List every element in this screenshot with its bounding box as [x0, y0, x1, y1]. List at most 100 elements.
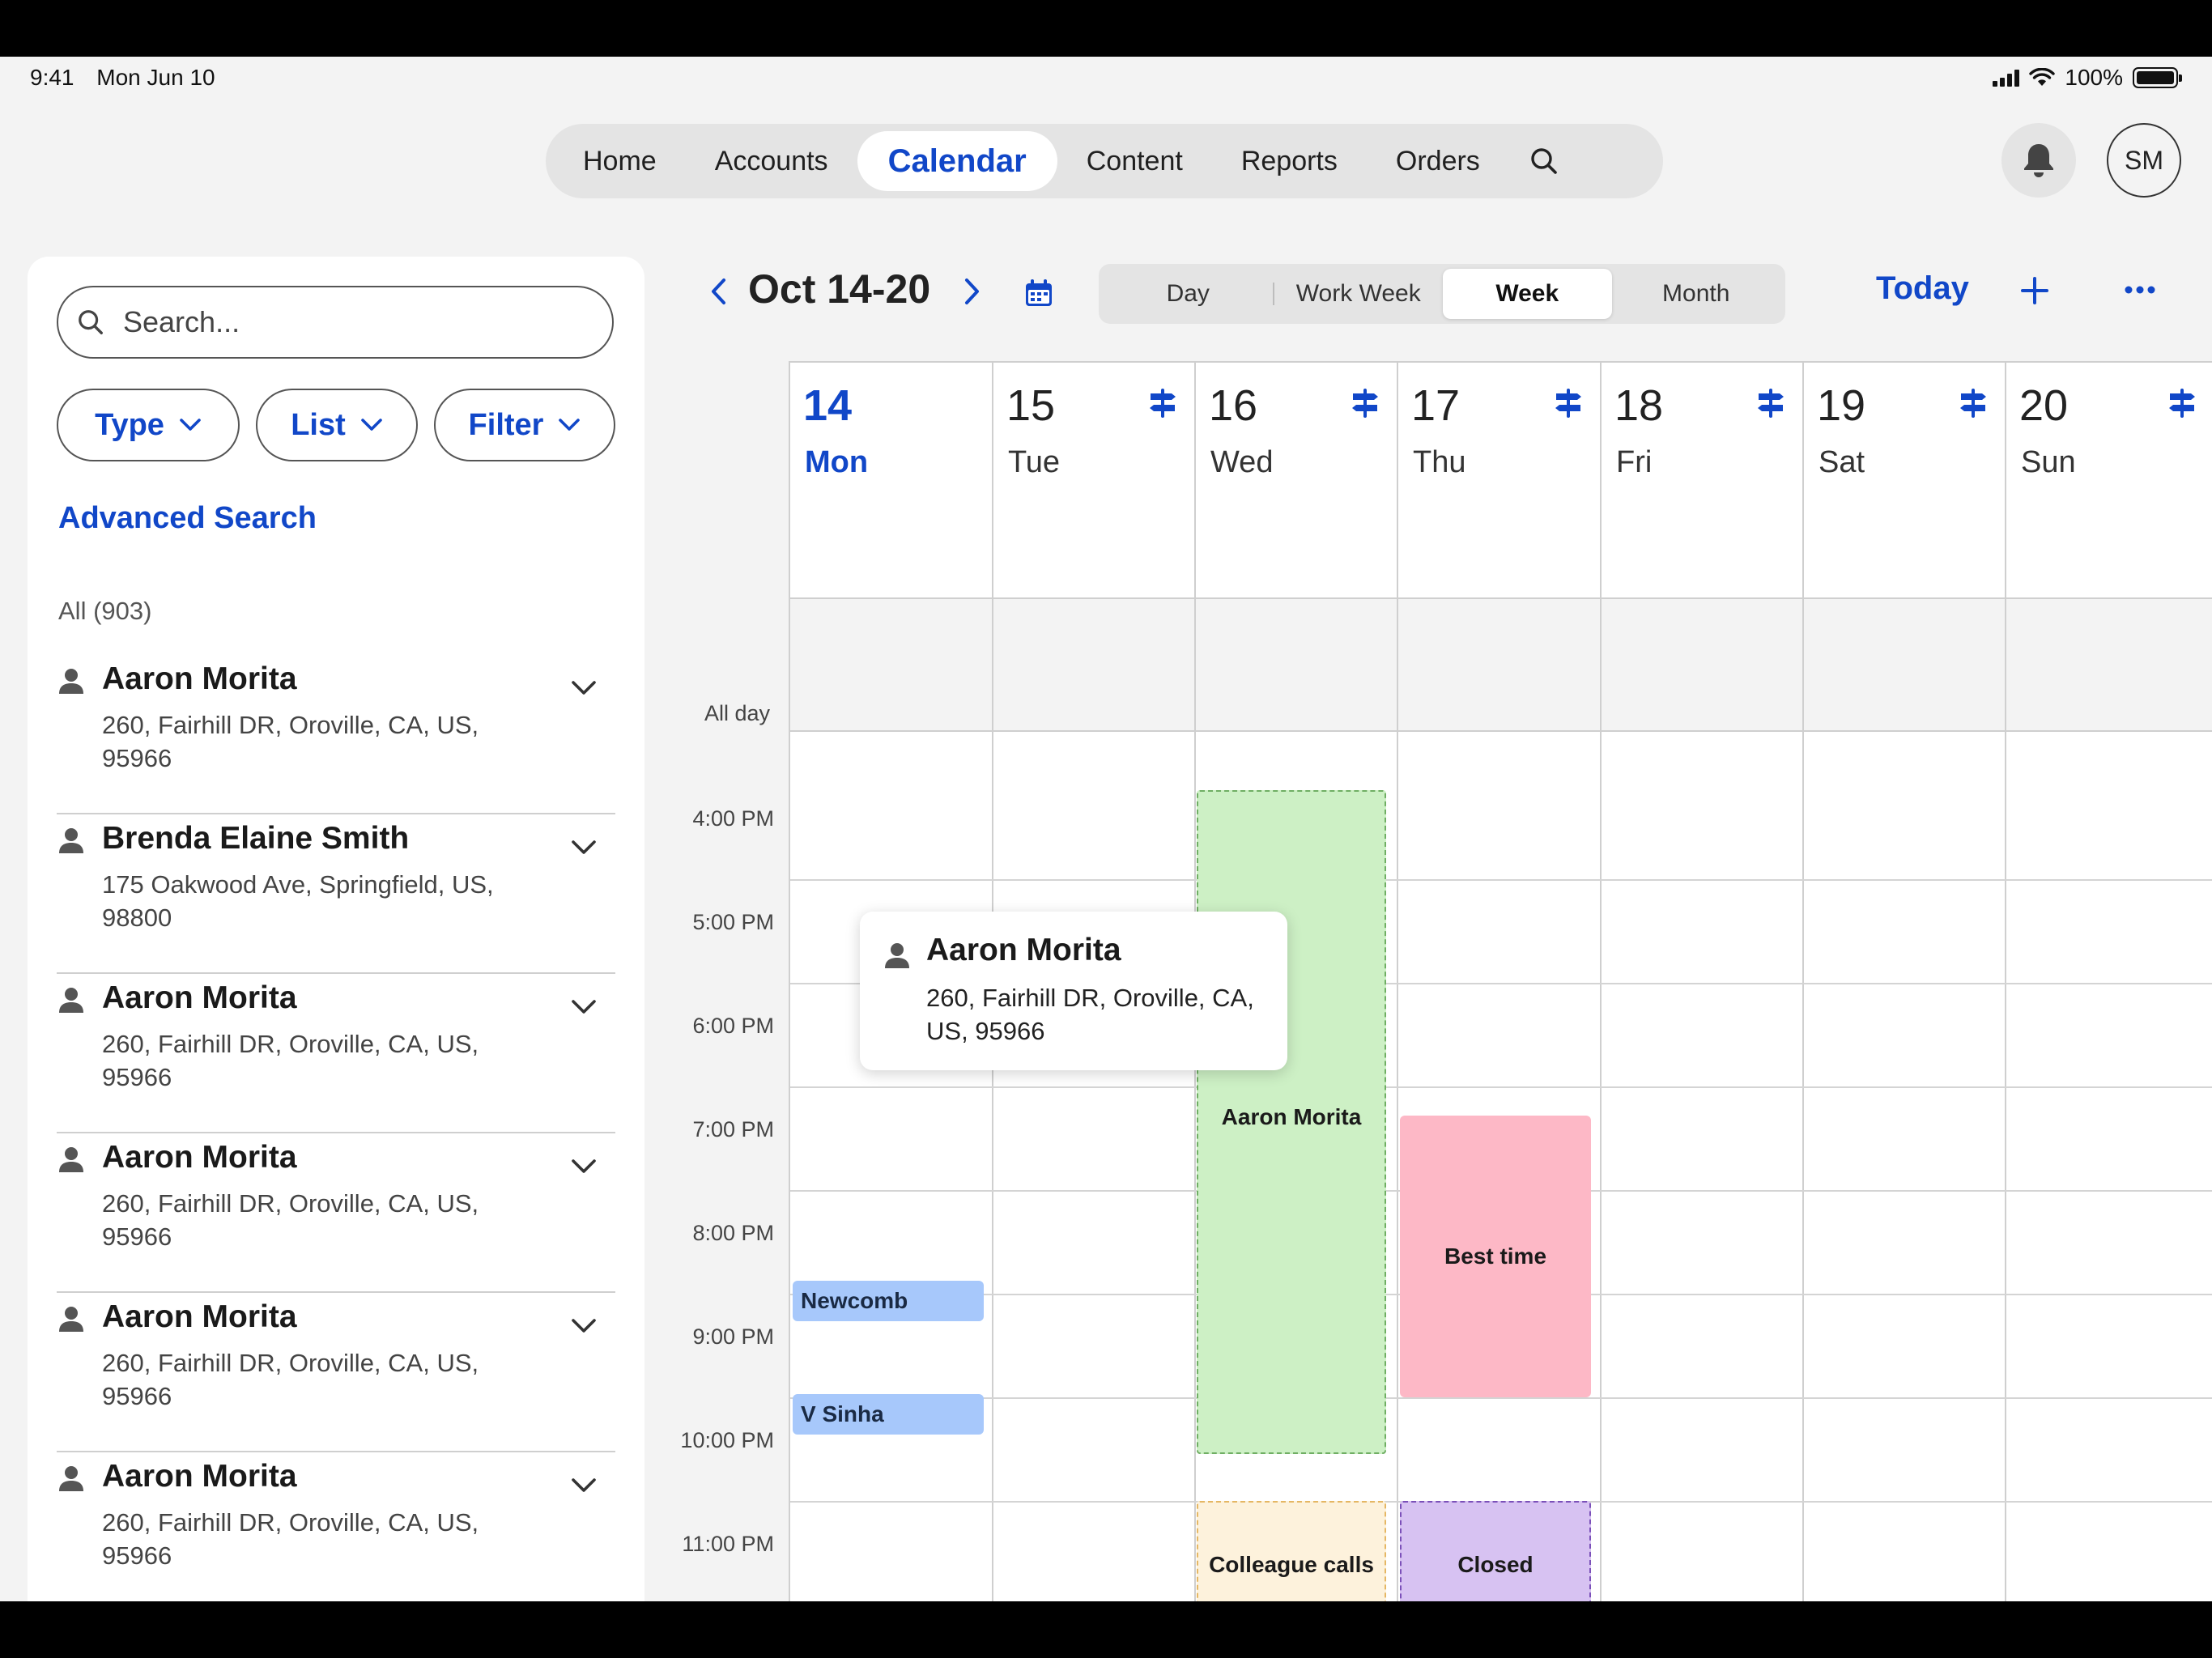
route-signpost-icon[interactable] — [1959, 387, 1987, 419]
account-list-panel: Type List Filter Advanced Search All (90… — [28, 257, 644, 1601]
day-number: 15 — [1006, 381, 1056, 430]
nav-home[interactable]: Home — [554, 131, 686, 191]
all-day-row[interactable] — [790, 597, 2212, 732]
filter-chips: Type List Filter — [57, 389, 615, 461]
day-divider — [992, 597, 993, 1601]
cellular-signal-icon — [1993, 69, 2020, 87]
nav-accounts[interactable]: Accounts — [686, 131, 857, 191]
day-number: 19 — [1817, 381, 1866, 430]
day-header-fri[interactable]: 18 Fri — [1602, 363, 1804, 597]
view-week[interactable]: Week — [1443, 269, 1612, 319]
day-header-tue[interactable]: 15 Tue — [993, 363, 1196, 597]
account-address: 175 Oakwood Ave, Springfield, US, 98800 — [102, 870, 494, 932]
day-name: Thu — [1413, 445, 1466, 479]
account-popover[interactable]: Aaron Morita 260, Fairhill DR, Oroville,… — [860, 912, 1287, 1070]
chevron-down-icon[interactable] — [570, 1317, 598, 1335]
day-header-mon[interactable]: 14 Mon — [790, 363, 993, 597]
route-signpost-icon[interactable] — [1149, 387, 1176, 419]
search-input[interactable] — [123, 305, 576, 339]
add-event-button[interactable] — [2019, 275, 2050, 306]
event-v-sinha[interactable]: V Sinha — [793, 1394, 984, 1435]
chevron-down-icon[interactable] — [570, 998, 598, 1016]
day-name: Fri — [1616, 445, 1653, 479]
status-date: Mon Jun 10 — [96, 65, 215, 90]
popover-name: Aaron Morita — [926, 933, 1121, 967]
list-item[interactable]: Aaron Morita 260, Fairhill DR, Oroville,… — [57, 1133, 615, 1293]
advanced-search-link[interactable]: Advanced Search — [58, 501, 317, 536]
bell-icon — [2024, 144, 2053, 177]
person-icon — [59, 1147, 83, 1172]
list-item[interactable]: Aaron Morita 260, Fairhill DR, Oroville,… — [57, 1293, 615, 1452]
day-header-sat[interactable]: 19 Sat — [1804, 363, 2006, 597]
date-range-title: Oct 14-20 — [748, 266, 931, 312]
event-closed[interactable]: Closed — [1400, 1501, 1591, 1601]
search-icon — [1531, 148, 1557, 174]
previous-week-button[interactable] — [706, 275, 730, 308]
chevron-down-icon[interactable] — [570, 679, 598, 697]
view-day[interactable]: Day — [1104, 269, 1273, 319]
top-navigation: Home Accounts Calendar Content Reports O… — [546, 124, 1663, 198]
day-divider — [1802, 597, 1804, 1601]
event-newcomb[interactable]: Newcomb — [793, 1281, 984, 1321]
nav-reports[interactable]: Reports — [1212, 131, 1367, 191]
day-header-wed[interactable]: 16 Wed — [1196, 363, 1398, 597]
nav-orders[interactable]: Orders — [1367, 131, 1509, 191]
event-aaron-morita[interactable]: Aaron Morita — [1197, 790, 1386, 1454]
list-item[interactable]: Aaron Morita 260, Fairhill DR, Oroville,… — [57, 1452, 615, 1601]
filter-chip[interactable]: Filter — [434, 389, 615, 461]
list-chip[interactable]: List — [256, 389, 418, 461]
route-signpost-icon[interactable] — [1757, 387, 1784, 419]
day-name: Sat — [1819, 445, 1865, 479]
chevron-down-icon[interactable] — [570, 1158, 598, 1175]
hour-line — [790, 1397, 2212, 1399]
route-signpost-icon[interactable] — [2168, 387, 2196, 419]
account-address: 260, Fairhill DR, Oroville, CA, US, 9596… — [102, 1349, 479, 1410]
time-label: 5:00 PM — [692, 910, 774, 934]
all-day-label: All day — [704, 701, 771, 725]
event-colleague-calls[interactable]: Colleague calls — [1197, 1501, 1386, 1601]
view-work-week[interactable]: Work Week — [1274, 269, 1444, 319]
route-signpost-icon[interactable] — [1555, 387, 1582, 419]
type-chip[interactable]: Type — [57, 389, 240, 461]
notifications-button[interactable] — [2001, 123, 2076, 198]
account-name: Aaron Morita — [102, 1299, 297, 1334]
account-name: Aaron Morita — [102, 1459, 297, 1494]
hour-line — [790, 879, 2212, 881]
account-list: Aaron Morita 260, Fairhill DR, Oroville,… — [57, 655, 615, 1601]
nav-content[interactable]: Content — [1057, 131, 1212, 191]
day-divider — [1397, 597, 1398, 1601]
event-best-time[interactable]: Best time — [1400, 1116, 1591, 1397]
person-icon — [59, 1466, 83, 1491]
person-icon — [59, 669, 83, 694]
route-signpost-icon[interactable] — [1351, 387, 1379, 419]
wifi-icon — [2029, 68, 2056, 86]
view-month[interactable]: Month — [1612, 269, 1781, 319]
user-avatar[interactable]: SM — [2107, 123, 2181, 198]
next-week-button[interactable] — [960, 275, 985, 308]
nav-search-button[interactable] — [1514, 131, 1574, 191]
day-divider — [1194, 597, 1196, 1601]
time-label: 6:00 PM — [692, 1014, 774, 1038]
today-button[interactable]: Today — [1876, 270, 1969, 307]
chevron-down-icon[interactable] — [570, 1477, 598, 1494]
account-name: Brenda Elaine Smith — [102, 821, 410, 856]
day-divider — [2005, 597, 2006, 1601]
battery-icon — [2133, 67, 2182, 88]
more-options-icon[interactable] — [2124, 285, 2156, 295]
day-number: 16 — [1209, 381, 1258, 430]
status-bar-left: 9:41 Mon Jun 10 — [30, 65, 215, 91]
calendar-picker-icon[interactable] — [1024, 278, 1053, 308]
list-item[interactable]: Brenda Elaine Smith 175 Oakwood Ave, Spr… — [57, 814, 615, 974]
time-label: 4:00 PM — [692, 806, 774, 831]
day-header-sun[interactable]: 20 Sun — [2006, 363, 2212, 597]
account-name: Aaron Morita — [102, 661, 297, 696]
search-field[interactable] — [57, 286, 614, 359]
nav-calendar[interactable]: Calendar — [857, 131, 1057, 191]
time-label: 11:00 PM — [682, 1532, 774, 1556]
list-item[interactable]: Aaron Morita 260, Fairhill DR, Oroville,… — [57, 655, 615, 814]
chevron-down-icon[interactable] — [570, 839, 598, 857]
account-address: 260, Fairhill DR, Oroville, CA, US, 9596… — [102, 1189, 479, 1251]
list-item[interactable]: Aaron Morita 260, Fairhill DR, Oroville,… — [57, 974, 615, 1133]
day-header-thu[interactable]: 17 Thu — [1398, 363, 1602, 597]
account-address: 260, Fairhill DR, Oroville, CA, US, 9596… — [102, 1508, 479, 1570]
